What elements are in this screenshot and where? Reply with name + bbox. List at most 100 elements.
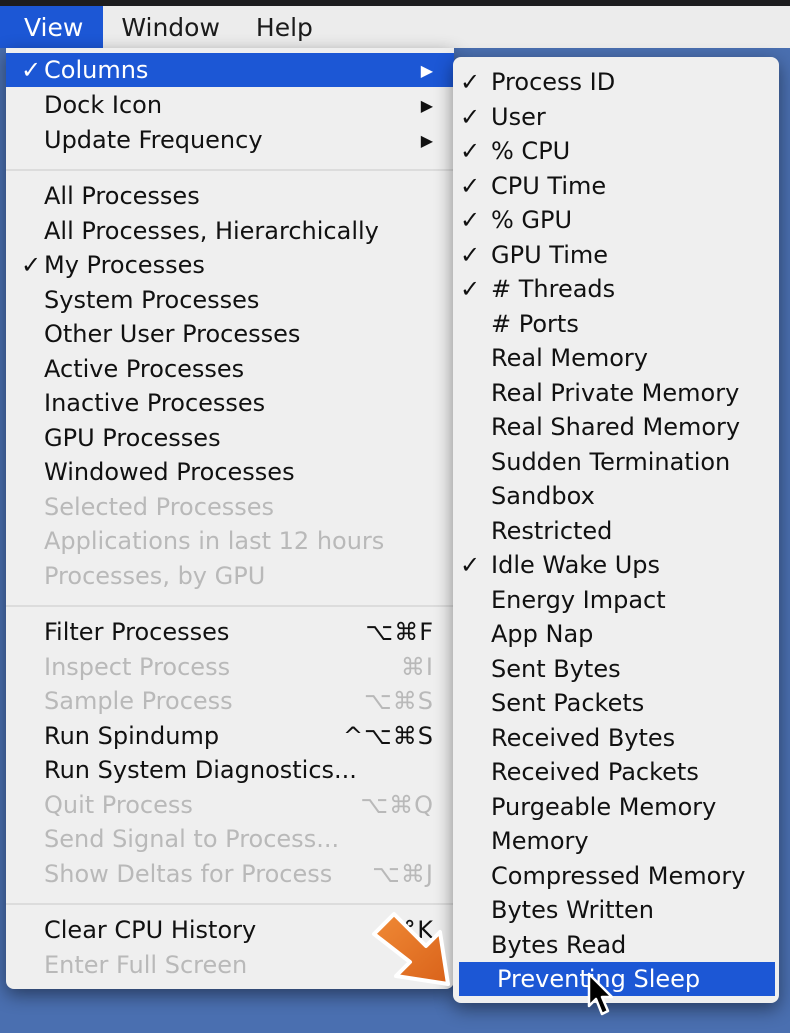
column-option-label: # Ports — [491, 309, 579, 338]
submenu-arrow-icon: ▶ — [420, 130, 434, 150]
column-option[interactable]: App Nap — [453, 617, 779, 651]
column-option-label: Sent Packets — [491, 689, 645, 717]
column-option-label: Idle Wake Ups — [491, 551, 661, 579]
column-option-label: CPU Time — [491, 171, 607, 200]
column-option[interactable]: ✓ Process ID — [453, 65, 779, 99]
column-option-label: Received Bytes — [491, 723, 676, 752]
menu-item-show-deltas: Show Deltas for Process ⌥⌘J — [6, 857, 454, 891]
menu-item-label: Quit Process — [44, 791, 193, 819]
menu-item-label: Sample Process — [44, 687, 233, 715]
column-option[interactable]: # Ports — [453, 307, 779, 341]
column-option-label: Purgeable Memory — [491, 792, 717, 821]
menu-item-label: Run Spindump — [44, 722, 220, 750]
checkmark-icon: ✓ — [459, 68, 481, 96]
menu-item-label: Clear CPU History — [44, 916, 257, 944]
column-option[interactable]: ✓ % GPU — [453, 203, 779, 237]
column-option[interactable]: ✓ User — [453, 100, 779, 134]
menu-item-label: Run System Diagnostics... — [44, 756, 357, 784]
column-option-label: Memory — [491, 827, 589, 855]
column-option[interactable]: Restricted — [453, 514, 779, 548]
column-option-label: Sudden Termination — [491, 447, 731, 476]
menu-item-update-frequency[interactable]: Update Frequency ▶ — [6, 123, 454, 157]
menu-item-applications-last-12-hours: Applications in last 12 hours — [6, 524, 454, 558]
menu-item-filter-processes[interactable]: Filter Processes ⌥⌘F — [6, 615, 454, 649]
column-option[interactable]: Real Memory — [453, 341, 779, 375]
column-option-label: Process ID — [491, 68, 616, 96]
separator — [6, 605, 454, 607]
column-option[interactable]: Memory — [453, 824, 779, 858]
column-option-label: Bytes Read — [491, 930, 627, 959]
column-option-label: Sandbox — [491, 482, 595, 510]
menu-item-sample-process: Sample Process ⌥⌘S — [6, 684, 454, 718]
menu-item-all-processes-hierarchically[interactable]: All Processes, Hierarchically — [6, 214, 454, 248]
column-option[interactable]: ✓ # Threads — [453, 272, 779, 306]
menu-item-label: All Processes — [44, 182, 200, 210]
menu-item-my-processes[interactable]: ✓ My Processes — [6, 248, 454, 282]
menu-item-label: Selected Processes — [44, 493, 274, 521]
column-option[interactable]: ✓ GPU Time — [453, 238, 779, 272]
checkmark-icon: ✓ — [459, 137, 481, 165]
column-option[interactable]: ✓ % CPU — [453, 134, 779, 168]
menu-item-dock-icon[interactable]: Dock Icon ▶ — [6, 88, 454, 122]
menu-item-label: Processes, by GPU — [44, 562, 266, 590]
checkmark-icon: ✓ — [459, 240, 481, 269]
menu-item-active-processes[interactable]: Active Processes — [6, 352, 454, 386]
column-option[interactable]: ✓ Idle Wake Ups — [453, 548, 779, 582]
keyboard-shortcut: ⌥⌘Q — [360, 791, 434, 819]
column-option[interactable]: Sent Bytes — [453, 652, 779, 686]
menu-item-other-user-processes[interactable]: Other User Processes — [6, 317, 454, 351]
menu-item-all-processes[interactable]: All Processes — [6, 179, 454, 213]
menu-item-label: Inactive Processes — [44, 389, 266, 417]
menu-view[interactable]: View — [0, 6, 104, 48]
column-option[interactable]: Real Shared Memory — [453, 410, 779, 444]
menu-item-label: Active Processes — [44, 355, 245, 383]
menu-item-inactive-processes[interactable]: Inactive Processes — [6, 386, 454, 420]
column-option-label: Restricted — [491, 516, 613, 545]
column-option[interactable]: Bytes Read — [453, 928, 779, 962]
separator — [6, 169, 454, 171]
menu-item-send-signal: Send Signal to Process... — [6, 822, 454, 856]
menu-item-label: Dock Icon — [44, 91, 163, 119]
menu-item-system-processes[interactable]: System Processes — [6, 283, 454, 317]
column-option[interactable]: Received Packets — [453, 755, 779, 789]
column-option[interactable]: Sent Packets — [453, 686, 779, 720]
column-option[interactable]: Energy Impact — [453, 583, 779, 617]
menu-item-label: Windowed Processes — [44, 458, 295, 486]
menu-item-label: Inspect Process — [44, 653, 231, 681]
menu-window[interactable]: Window — [103, 6, 238, 48]
menu-item-columns[interactable]: ✓ Columns ▶ — [6, 53, 454, 87]
keyboard-shortcut: ^⌥⌘S — [343, 722, 434, 750]
menu-help[interactable]: Help — [238, 6, 331, 48]
checkmark-icon: ✓ — [459, 171, 481, 200]
column-option-label: Real Memory — [491, 344, 648, 372]
column-option-label: Compressed Memory — [491, 861, 746, 890]
column-option[interactable]: Compressed Memory — [453, 859, 779, 893]
menu-item-windowed-processes[interactable]: Windowed Processes — [6, 455, 454, 489]
column-option[interactable]: Sandbox — [453, 479, 779, 513]
keyboard-shortcut: ⌘I — [400, 653, 434, 681]
keyboard-shortcut: ⌥⌘J — [372, 860, 434, 888]
column-option[interactable]: Purgeable Memory — [453, 790, 779, 824]
column-option[interactable]: Sudden Termination — [453, 445, 779, 479]
menu-item-label: Update Frequency — [44, 126, 263, 154]
checkmark-icon: ✓ — [459, 551, 481, 579]
menu-item-run-system-diagnostics[interactable]: Run System Diagnostics... — [6, 753, 454, 787]
submenu-arrow-icon: ▶ — [420, 95, 434, 115]
mouse-pointer-icon — [587, 972, 614, 1016]
column-option[interactable]: Bytes Written — [453, 893, 779, 927]
menu-item-label: Enter Full Screen — [44, 951, 248, 979]
menu-item-run-spindump[interactable]: Run Spindump ^⌥⌘S — [6, 719, 454, 753]
column-option[interactable]: Real Private Memory — [453, 376, 779, 410]
column-option-label: Real Shared Memory — [491, 413, 741, 441]
column-option-label: Bytes Written — [491, 896, 654, 924]
menu-item-label: GPU Processes — [44, 424, 221, 452]
column-option[interactable]: ✓ CPU Time — [453, 169, 779, 203]
column-option[interactable]: Preventing Sleep — [459, 962, 775, 996]
menu-bar: View Window Help — [0, 6, 790, 48]
column-option[interactable]: Received Bytes — [453, 721, 779, 755]
column-option-label: Energy Impact — [491, 585, 666, 614]
menu-item-selected-processes: Selected Processes — [6, 490, 454, 524]
checkmark-icon: ✓ — [20, 251, 42, 279]
menu-item-gpu-processes[interactable]: GPU Processes — [6, 421, 454, 455]
submenu-arrow-icon: ▶ — [420, 60, 434, 80]
